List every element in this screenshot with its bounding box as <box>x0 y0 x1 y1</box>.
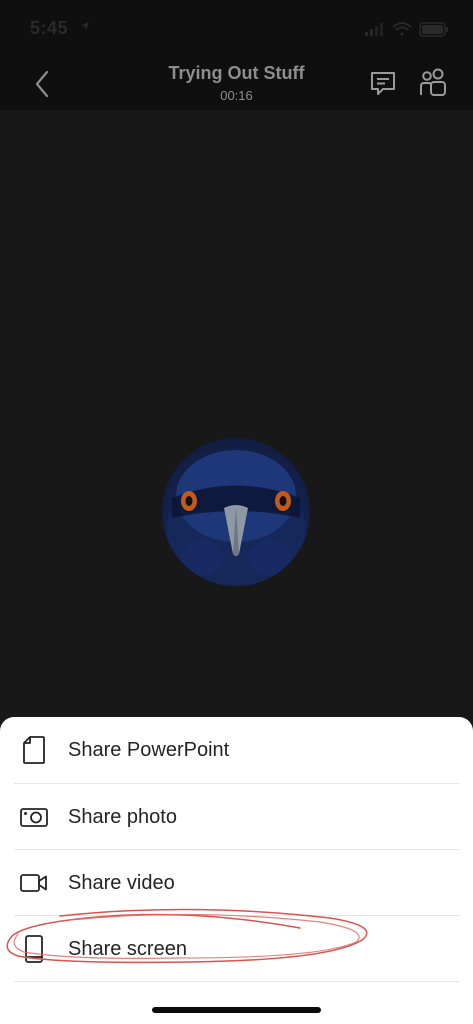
meeting-screen: 5:45 Trying Out Stuff 00:16 Share PowerP… <box>0 0 473 1024</box>
people-icon <box>420 68 446 96</box>
phone-screen-icon <box>18 933 50 965</box>
share-screen-label: Share screen <box>68 937 187 960</box>
participants-button[interactable] <box>416 66 450 100</box>
meeting-title: Trying Out Stuff <box>168 63 305 83</box>
participant-avatar <box>162 438 310 586</box>
meeting-header: Trying Out Stuff 00:16 <box>0 58 473 110</box>
share-video-option[interactable]: Share video <box>0 850 473 916</box>
share-options-sheet: Share PowerPoint Share photo Share video… <box>0 717 473 1024</box>
battery-icon <box>419 22 448 37</box>
chat-button[interactable] <box>366 66 400 100</box>
meeting-duration: 00:16 <box>220 88 253 103</box>
bird-avatar-image <box>166 450 306 586</box>
share-photo-label: Share photo <box>68 805 177 828</box>
document-icon <box>18 734 50 766</box>
share-powerpoint-option[interactable]: Share PowerPoint <box>0 717 473 783</box>
location-arrow-icon <box>81 22 89 30</box>
camera-icon <box>18 801 50 833</box>
home-indicator[interactable] <box>152 1007 321 1013</box>
status-bar: 5:45 <box>0 0 473 58</box>
share-powerpoint-label: Share PowerPoint <box>68 738 230 761</box>
share-screen-option[interactable]: Share screen <box>0 916 473 982</box>
share-video-label: Share video <box>68 871 175 894</box>
wifi-icon <box>392 22 412 36</box>
status-time: 5:45 <box>30 18 69 38</box>
cellular-signal-icon <box>365 23 383 36</box>
share-photo-option[interactable]: Share photo <box>0 784 473 850</box>
chat-icon <box>371 72 395 95</box>
video-camera-icon <box>18 867 50 899</box>
divider <box>14 981 459 982</box>
status-icons <box>365 22 448 37</box>
